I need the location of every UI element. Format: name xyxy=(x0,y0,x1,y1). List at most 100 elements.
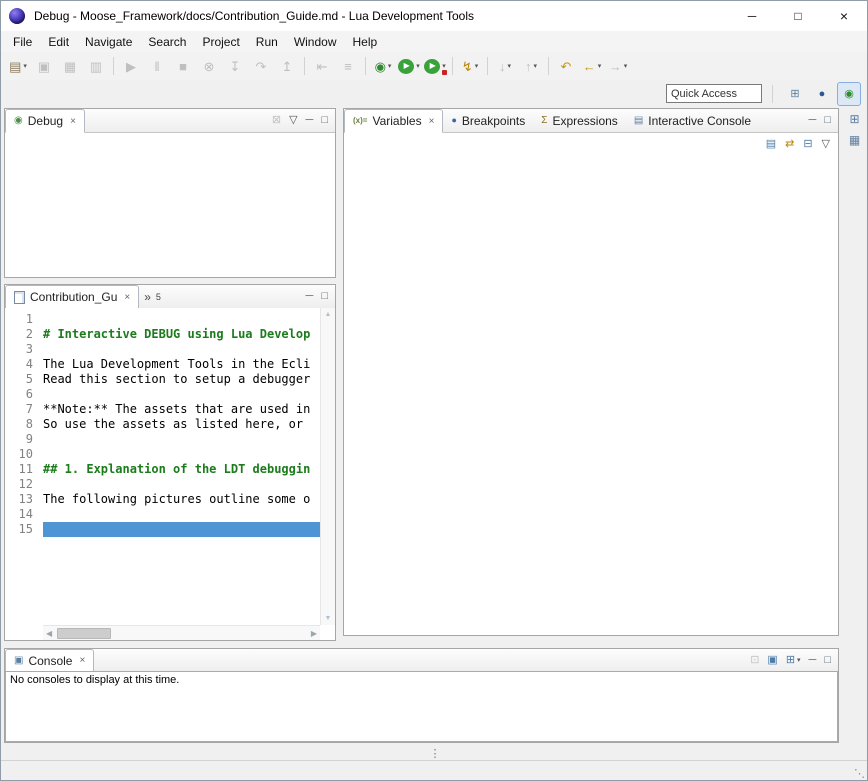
step-into-button[interactable]: ↧ xyxy=(222,55,248,77)
save-button[interactable]: ▣ xyxy=(31,55,57,77)
disconnect-button[interactable]: ⊗ xyxy=(196,55,222,77)
editor-tab-overflow[interactable]: »5 xyxy=(139,285,166,308)
remove-all-terminated-button[interactable]: ⊠ xyxy=(272,115,281,126)
maximize-view-button[interactable]: □ xyxy=(321,291,328,302)
debug-perspective-button[interactable]: ◉ xyxy=(837,82,861,106)
scroll-left-icon[interactable]: ◀ xyxy=(46,629,52,638)
open-perspective-button[interactable]: ⊞ xyxy=(783,82,807,106)
editor-tabbar: Contribution_Gu × »5 ─ □ xyxy=(5,285,335,309)
code-editor[interactable]: 12# Interactive DEBUG using Lua Develop3… xyxy=(5,308,320,625)
run-button[interactable]: ▶▾ xyxy=(396,55,422,77)
tab-label: Console xyxy=(28,654,72,668)
scroll-right-icon[interactable]: ▶ xyxy=(311,629,317,638)
close-icon[interactable]: × xyxy=(429,116,435,127)
line-text: # Interactive DEBUG using Lua Develop xyxy=(43,327,320,342)
open-console-button[interactable]: ⊞▾ xyxy=(786,655,801,666)
debug-view-icon: ◉ xyxy=(14,116,23,126)
menu-help[interactable]: Help xyxy=(345,33,386,51)
drop-to-frame-button[interactable]: ⇤ xyxy=(309,55,335,77)
step-return-button[interactable]: ↥ xyxy=(274,55,300,77)
next-annotation-button[interactable]: ↓▾ xyxy=(492,55,518,77)
last-edit-location-button[interactable]: ↶ xyxy=(553,55,579,77)
outline-view-button[interactable]: ▦ xyxy=(849,134,860,146)
lua-perspective-button[interactable]: ● xyxy=(810,82,834,106)
show-type-names-button[interactable]: ⇄ xyxy=(785,139,794,150)
suspend-button[interactable]: ‖ xyxy=(144,55,170,77)
dropdown-arrow-icon: ▾ xyxy=(507,62,511,70)
console-toolbar: ⊡ ▣ ⊞▾ xyxy=(750,655,800,666)
window-minimize-button[interactable]: ─ xyxy=(729,1,775,31)
step-over-button[interactable]: ↷ xyxy=(248,55,274,77)
window-maximize-button[interactable]: □ xyxy=(775,1,821,31)
tab-expressions[interactable]: ΣExpressions xyxy=(533,109,626,132)
forward-button[interactable]: →▾ xyxy=(605,55,631,77)
quick-access-box[interactable]: Quick Access xyxy=(666,84,762,103)
resize-grip[interactable]: ⋱ xyxy=(854,769,865,780)
menu-window[interactable]: Window xyxy=(286,33,345,51)
view-menu-button[interactable]: ▽ xyxy=(822,139,830,150)
vertical-scrollbar[interactable]: ▲ ▼ xyxy=(320,308,335,625)
previous-annotation-button[interactable]: ↑▾ xyxy=(518,55,544,77)
editor-line: 5Read this section to setup a debugger xyxy=(5,372,320,387)
close-icon[interactable]: × xyxy=(70,116,76,127)
back-button[interactable]: ←▾ xyxy=(579,55,605,77)
maximize-view-button[interactable]: □ xyxy=(321,115,328,126)
tab-debug[interactable]: ◉ Debug × xyxy=(5,109,85,133)
minimize-view-button[interactable]: ─ xyxy=(809,655,817,666)
window-controls: ─ □ × xyxy=(729,1,867,31)
minimize-view-button[interactable]: ─ xyxy=(306,291,314,302)
pin-console-button[interactable]: ⊡ xyxy=(750,655,759,666)
menu-project[interactable]: Project xyxy=(194,33,247,51)
save-all-button[interactable]: ▦ xyxy=(57,55,83,77)
menu-run[interactable]: Run xyxy=(248,33,286,51)
next-annotation-icon: ↓ xyxy=(499,60,506,73)
open-element-button[interactable]: ↯▾ xyxy=(457,55,483,77)
menu-file[interactable]: File xyxy=(5,33,40,51)
sash-handle[interactable]: ⋮ xyxy=(428,746,442,760)
line-number: 5 xyxy=(5,372,43,387)
view-menu-icon: ▽ xyxy=(289,115,297,126)
window-title: Debug - Moose_Framework/docs/Contributio… xyxy=(34,9,474,23)
horizontal-scrollbar[interactable]: ◀ ▶ xyxy=(43,625,320,640)
minimize-view-button[interactable]: ─ xyxy=(306,115,314,126)
interactive-console-icon: ▤ xyxy=(634,116,643,126)
minimize-view-button[interactable]: ─ xyxy=(809,115,817,126)
tab-console[interactable]: ▣ Console × xyxy=(5,649,94,672)
use-step-filters-button[interactable]: ≡ xyxy=(335,55,361,77)
print-button[interactable]: ▥ xyxy=(83,55,109,77)
print-icon: ▥ xyxy=(90,60,102,73)
resume-button[interactable]: ▶ xyxy=(118,55,144,77)
new-wizard-button[interactable]: ▤▾ xyxy=(5,55,31,77)
menu-navigate[interactable]: Navigate xyxy=(77,33,140,51)
show-logical-structures-button[interactable]: ▤ xyxy=(766,139,776,150)
menu-edit[interactable]: Edit xyxy=(40,33,77,51)
window-close-button[interactable]: × xyxy=(821,1,867,31)
close-icon[interactable]: × xyxy=(124,292,130,303)
scroll-up-icon[interactable]: ▲ xyxy=(325,311,332,318)
external-tools-button[interactable]: ▶▾ xyxy=(422,55,448,77)
terminate-button[interactable]: ■ xyxy=(170,55,196,77)
variables-controls: ─ □ xyxy=(809,109,838,132)
expressions-icon: Σ xyxy=(541,116,547,126)
debug-button[interactable]: ◉▾ xyxy=(370,55,396,77)
view-menu-button[interactable]: ▽ xyxy=(289,115,297,126)
maximize-view-button[interactable]: □ xyxy=(824,655,831,666)
dropdown-arrow-icon: ▾ xyxy=(23,62,27,70)
new-wizard-icon: ▤ xyxy=(9,60,21,73)
tab-contribution-guide[interactable]: Contribution_Gu × xyxy=(5,285,139,309)
collapse-all-button[interactable]: ⊟ xyxy=(803,139,812,150)
display-console-button[interactable]: ▣ xyxy=(767,655,777,666)
restore-view-button[interactable]: ⊞ xyxy=(849,113,859,125)
maximize-view-button[interactable]: □ xyxy=(824,115,831,126)
toolbar-separator xyxy=(365,57,366,75)
tab-breakpoints[interactable]: ●Breakpoints xyxy=(443,109,533,132)
dropdown-arrow-icon: ▾ xyxy=(797,657,801,664)
line-number: 10 xyxy=(5,447,43,462)
scroll-down-icon[interactable]: ▼ xyxy=(325,615,332,622)
tab-variables[interactable]: (x)=Variables× xyxy=(344,109,443,133)
scrollbar-thumb[interactable] xyxy=(57,628,111,639)
tab-interactive-console[interactable]: ▤Interactive Console xyxy=(626,109,759,132)
close-icon[interactable]: × xyxy=(79,655,85,666)
menu-search[interactable]: Search xyxy=(140,33,194,51)
editor-body: 12# Interactive DEBUG using Lua Develop3… xyxy=(5,308,335,640)
